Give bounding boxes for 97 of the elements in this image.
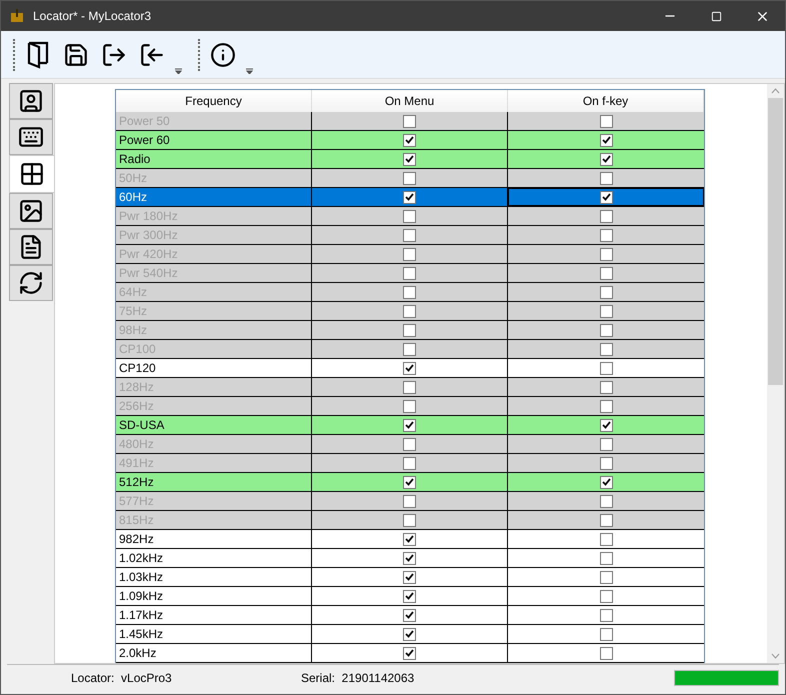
table-row[interactable]: 1.09kHz (116, 587, 704, 606)
import-icon (139, 42, 165, 68)
column-header[interactable]: On Menu (312, 90, 508, 112)
table-cell: 982Hz (116, 530, 312, 548)
app-logo-icon (9, 8, 25, 24)
check-icon (405, 421, 414, 429)
table-row[interactable]: 512Hz (116, 473, 704, 492)
scrollbar[interactable] (767, 84, 784, 663)
side-tab[interactable] (9, 155, 54, 193)
column-header[interactable]: Frequency (116, 90, 312, 112)
refresh-icon (18, 270, 44, 296)
table-row[interactable]: SD-USA (116, 416, 704, 435)
check-icon (405, 554, 414, 562)
table-row[interactable]: 982Hz (116, 530, 704, 549)
image-icon (18, 198, 44, 224)
checkbox[interactable] (600, 476, 612, 488)
check-icon (602, 155, 610, 163)
checkbox[interactable] (600, 134, 612, 146)
table-row[interactable]: 1.45kHz (116, 625, 704, 644)
table-cell: 512Hz (116, 473, 312, 491)
checkbox[interactable] (600, 590, 612, 602)
check-icon (405, 364, 414, 372)
checkbox[interactable] (600, 608, 612, 622)
serial-label: Serial: 21901142063 (301, 670, 414, 686)
checkbox[interactable] (403, 134, 416, 146)
grid-icon (19, 161, 45, 187)
checkbox[interactable] (600, 552, 612, 564)
check-icon (405, 535, 414, 543)
checkbox[interactable] (403, 646, 416, 660)
table-cell: Power 60 (116, 131, 312, 149)
checkbox[interactable] (403, 152, 416, 166)
info-icon (210, 42, 236, 68)
check-icon (405, 611, 414, 619)
checkbox[interactable] (403, 570, 416, 584)
checkbox[interactable] (600, 362, 612, 374)
checkbox[interactable] (403, 532, 416, 546)
table-row[interactable]: CP120 (116, 359, 704, 378)
export-icon (101, 42, 127, 68)
table-cell: 1.09kHz (116, 587, 312, 605)
side-tab[interactable] (9, 119, 53, 155)
check-icon (602, 136, 610, 144)
door-icon (27, 40, 49, 68)
column-header[interactable]: On f-key (508, 90, 704, 112)
checkbox[interactable] (600, 418, 612, 432)
dropdown-arrow-icon[interactable] (175, 68, 182, 74)
checkbox[interactable] (403, 418, 416, 432)
table-cell: SD-USA (116, 416, 312, 434)
window-title: Locator* - MyLocator3 (33, 8, 152, 25)
table-cell: Radio (116, 150, 312, 168)
checkbox[interactable] (600, 152, 612, 166)
table-cell: 60Hz (116, 188, 312, 206)
contact-icon (18, 88, 44, 114)
checkbox[interactable] (403, 590, 416, 602)
checkbox[interactable] (403, 628, 416, 640)
save-icon (63, 42, 89, 68)
table-cell: CP120 (116, 359, 312, 377)
table-cell: 1.03kHz (116, 568, 312, 586)
table-cell: 1.45kHz (116, 625, 312, 643)
checkbox[interactable] (600, 532, 612, 546)
table-row[interactable]: 2.0kHz (116, 644, 704, 663)
check-icon (602, 478, 610, 486)
checkbox[interactable] (600, 628, 612, 640)
checkbox[interactable] (403, 476, 416, 488)
checkbox[interactable] (403, 190, 416, 204)
checkbox[interactable] (403, 608, 416, 622)
maximize-icon (710, 10, 722, 22)
scroll-thumb[interactable] (768, 98, 783, 385)
check-icon (405, 155, 414, 163)
table-row[interactable]: Radio (116, 150, 704, 169)
table-row[interactable]: 1.17kHz (116, 606, 704, 625)
table-row[interactable]: 60Hz (116, 188, 704, 207)
check-icon (405, 193, 414, 201)
side-tab[interactable] (9, 193, 53, 229)
check-icon (405, 649, 414, 657)
table-row[interactable]: 1.02kHz (116, 549, 704, 568)
table-cell: 1.02kHz (116, 549, 312, 567)
locator-label: Locator: vLocPro3 (71, 670, 173, 686)
checkbox[interactable] (600, 646, 612, 660)
side-tab[interactable] (9, 265, 53, 301)
checkbox[interactable] (600, 190, 612, 204)
checkbox[interactable] (600, 570, 612, 584)
checkbox[interactable] (403, 362, 416, 374)
side-tab[interactable] (9, 83, 53, 119)
check-icon (602, 421, 610, 429)
check-icon (405, 630, 414, 638)
dropdown-arrow-icon[interactable] (246, 68, 253, 74)
check-icon (405, 573, 414, 581)
table-row[interactable]: Power 60 (116, 131, 704, 150)
check-icon (405, 136, 414, 144)
table-cell: 1.17kHz (116, 606, 312, 624)
table-cell: 2.0kHz (116, 644, 312, 662)
table-row[interactable]: 1.03kHz (116, 568, 704, 587)
check-icon (405, 592, 414, 600)
check-icon (602, 193, 610, 201)
checkbox[interactable] (403, 552, 416, 564)
check-icon (405, 478, 414, 486)
side-tab[interactable] (9, 229, 53, 265)
